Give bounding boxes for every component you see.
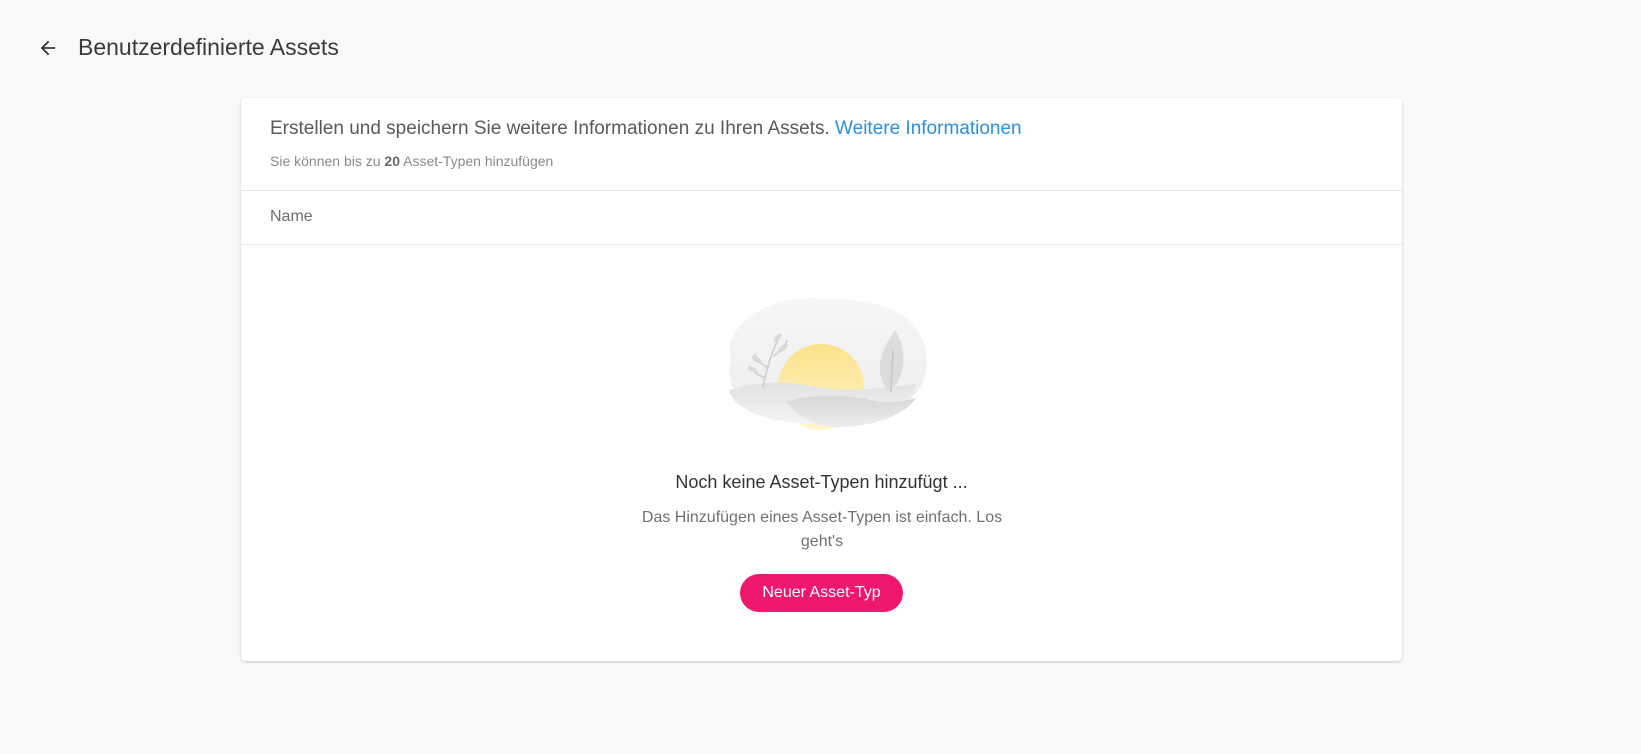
intro-section: Erstellen und speichern Sie weitere Info…: [270, 116, 1373, 171]
limit-info: Sie können bis zu 20 Asset-Typen hinzufü…: [270, 151, 1373, 171]
limit-count: 20: [384, 153, 400, 169]
new-asset-type-button[interactable]: Neuer Asset-Typ: [740, 574, 903, 612]
back-button[interactable]: [34, 34, 62, 62]
empty-landscape-illustration: [729, 298, 927, 430]
empty-state-text: Das Hinzufügen eines Asset-Typen ist ein…: [641, 509, 1003, 550]
limit-prefix: Sie können bis zu: [270, 153, 381, 169]
more-info-link[interactable]: Weitere Informationen: [835, 118, 1022, 139]
column-header-name[interactable]: Name: [270, 206, 313, 228]
page-header: Benutzerdefinierte Assets: [0, 0, 1641, 96]
intro-text: Erstellen und speichern Sie weitere Info…: [270, 118, 830, 139]
assets-card: Erstellen und speichern Sie weitere Info…: [241, 98, 1402, 661]
divider: [241, 190, 1402, 191]
intro-line: Erstellen und speichern Sie weitere Info…: [270, 116, 1373, 142]
arrow-left-icon: [40, 40, 56, 56]
limit-suffix: Asset-Typen hinzufügen: [403, 153, 554, 169]
empty-state-title: Noch keine Asset-Typen hinzufügt ...: [675, 472, 968, 492]
divider: [241, 244, 1402, 245]
page-title: Benutzerdefinierte Assets: [78, 34, 339, 60]
